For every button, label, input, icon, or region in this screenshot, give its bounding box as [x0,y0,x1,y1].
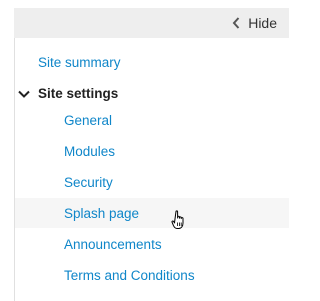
hand-pointer-icon [171,210,184,229]
hide-button[interactable]: Hide [232,8,277,38]
nav-link-general[interactable]: General [64,112,112,130]
chevron-left-icon [232,17,240,29]
hover-row-highlight [15,198,289,228]
nav-link-site-summary[interactable]: Site summary [38,54,121,72]
nav-divider [14,38,15,301]
nav-link-splash-page[interactable]: Splash page [64,205,139,223]
nav-link-security[interactable]: Security [64,174,113,192]
panel-toolbar: Hide [14,8,289,38]
site-settings-toggle[interactable]: Site settings [18,85,118,103]
site-settings-panel: Hide Site summary Site settings General … [0,0,289,301]
hide-label: Hide [248,15,277,31]
chevron-down-icon [18,90,30,98]
nav-link-modules[interactable]: Modules [64,143,115,161]
nav-link-announcements[interactable]: Announcements [64,236,162,254]
site-settings-heading: Site settings [38,86,119,101]
nav-link-terms-and-conditions[interactable]: Terms and Conditions [64,267,195,285]
